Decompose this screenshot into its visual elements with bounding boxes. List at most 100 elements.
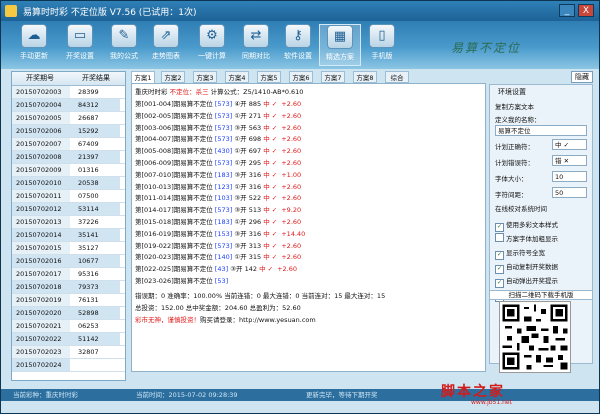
period-cell: 20150702003 bbox=[12, 86, 70, 98]
toolbar-draw-settings[interactable]: ▭ 开奖设置 bbox=[59, 24, 101, 66]
char-spacing-label: 字符间距： bbox=[495, 191, 528, 199]
plan-line-mark: 中 ✓ bbox=[263, 170, 278, 179]
setting-checkbox[interactable]: ✓ 自动复制开奖数据 bbox=[495, 261, 558, 274]
toolbar-software-settings[interactable]: ⚷ 软件设置 bbox=[277, 24, 319, 66]
plan-text-area[interactable]: 重庆时时彩 不定位：杀三 计算公式：Z5/1410-AB*0.610 第[001… bbox=[131, 83, 486, 372]
tab-plan-2[interactable]: 方案2 bbox=[161, 71, 185, 83]
toolbar-manual-update[interactable]: ☁ 手动更新 bbox=[13, 24, 55, 66]
list-row[interactable]: 20150702009 01316 bbox=[12, 164, 125, 177]
column-header-period: 开奖期号 bbox=[26, 74, 54, 82]
qr-code-image bbox=[499, 301, 571, 373]
list-row[interactable]: 20150702004 84312 bbox=[12, 99, 125, 112]
plan-line-rest: ③开 313 bbox=[232, 241, 264, 250]
list-row[interactable]: 20150702007 67409 bbox=[12, 138, 125, 151]
toolbar-period-compare[interactable]: ⇄ 同期对比 bbox=[235, 24, 277, 66]
tab-plan-6[interactable]: 方案6 bbox=[289, 71, 313, 83]
list-row[interactable]: 20150702008 21397 bbox=[12, 151, 125, 164]
setting-checkbox[interactable]: ✓ 显示符号全宽 bbox=[495, 247, 545, 260]
toolbar-featured-plans[interactable]: ▦ 精选方案 bbox=[319, 24, 361, 66]
list-row[interactable]: 20150702017 95316 bbox=[12, 268, 125, 281]
footer-line: 彩市无神，谨慎投资！购买请登录：http://www.yesuan.com bbox=[135, 316, 316, 324]
setting-checkbox[interactable]: ✓ 使用多彩文本样式 bbox=[495, 219, 558, 232]
period-cell: 20150702013 bbox=[12, 216, 70, 228]
chart-icon: ⇗ bbox=[153, 24, 179, 48]
compare-icon: ⇄ bbox=[243, 24, 269, 48]
toolbar-mobile-version[interactable]: ▯ 手机版 bbox=[361, 24, 403, 66]
copy-plan-text-link[interactable]: 复制方案文本 bbox=[495, 101, 534, 111]
list-row[interactable]: 20150702016 10677 bbox=[12, 255, 125, 268]
toolbar-one-click-calc[interactable]: ⚙ 一键计算 bbox=[191, 24, 233, 66]
checkbox-label: 显示符号全宽 bbox=[506, 249, 545, 257]
plan-line: 第[022-025]期易算不定位 [43] ③开 142 中 ✓ +2.60 bbox=[135, 263, 297, 273]
plan-line-hot: [123] bbox=[214, 182, 233, 191]
list-row[interactable]: 20150702005 26687 bbox=[12, 112, 125, 125]
period-cell: 20150702007 bbox=[12, 138, 70, 150]
tab-plan-8[interactable]: 方案8 bbox=[353, 71, 377, 83]
plan-line-plan: 第[003-006]期易算不定位 bbox=[135, 123, 215, 132]
list-row[interactable]: 20150702022 51142 bbox=[12, 333, 125, 346]
tab-summary[interactable]: 综合 bbox=[385, 71, 409, 83]
list-row[interactable]: 20150702020 52898 bbox=[12, 307, 125, 320]
minimize-button[interactable]: _ bbox=[559, 4, 575, 17]
list-row[interactable]: 20150702024 bbox=[12, 359, 125, 372]
plan-line-amt: +14.40 bbox=[281, 229, 306, 238]
char-spacing-input[interactable]: 50 bbox=[552, 187, 587, 198]
list-row[interactable]: 20150702018 79373 bbox=[12, 281, 125, 294]
toolbar-trend-chart[interactable]: ⇗ 走势图表 bbox=[145, 24, 187, 66]
plan-line-amt: +2.60 bbox=[281, 123, 302, 132]
hide-button[interactable]: 隐藏 bbox=[571, 71, 593, 83]
list-row[interactable]: 20150702010 20538 bbox=[12, 177, 125, 190]
plan-line-amt: +2.60 bbox=[281, 111, 302, 120]
tab-plan-3[interactable]: 方案3 bbox=[193, 71, 217, 83]
miss-symbol-select[interactable]: 错 ✕ bbox=[552, 155, 587, 166]
plan-line: 第[001-004]期易算不定位 [573] ④开 885 中 ✓ +2.60 bbox=[135, 98, 301, 108]
status-update: 更新完毕，等待下期开奖 bbox=[306, 391, 378, 399]
plan-line-rest: ③开 316 bbox=[232, 170, 264, 179]
plan-line: 第[014-017]期易算不定位 [573] ③开 513 中 ✓ +9.20 bbox=[135, 204, 301, 214]
plan-line-hot: [573] bbox=[214, 206, 233, 215]
watermark-url: www.jb51.net bbox=[471, 399, 512, 406]
plan-line: 第[010-013]期易算不定位 [123] ①开 316 中 ✓ +2.60 bbox=[135, 181, 301, 191]
tab-plan-1[interactable]: 方案1 bbox=[131, 71, 155, 83]
checkbox-label: 自动复制开奖数据 bbox=[506, 263, 558, 271]
plan-header: 重庆时时彩 不定位：杀三 计算公式：Z5/1410-AB*0.610 bbox=[135, 88, 304, 96]
plan-line: 第[019-022]期易算不定位 [573] ③开 313 中 ✓ +2.60 bbox=[135, 240, 301, 250]
period-cell: 20150702017 bbox=[12, 268, 70, 280]
period-cell: 20150702019 bbox=[12, 294, 70, 306]
list-row[interactable]: 20150702023 32807 bbox=[12, 346, 125, 359]
list-row[interactable]: 20150702013 37226 bbox=[12, 216, 125, 229]
close-button[interactable]: X bbox=[578, 4, 594, 17]
period-cell: 20150702010 bbox=[12, 177, 70, 189]
tab-plan-7[interactable]: 方案7 bbox=[321, 71, 345, 83]
plan-line-rest: ①开 316 bbox=[232, 182, 264, 191]
font-size-input[interactable]: 10 bbox=[552, 171, 587, 182]
stats-line-2: 总投资：152.00 总中奖金额：204.60 总盈利为：52.60 bbox=[135, 304, 301, 312]
period-cell: 20150702021 bbox=[12, 320, 70, 332]
plan-line-amt: +2.60 bbox=[281, 241, 302, 250]
plan-line-hot: [573] bbox=[214, 111, 233, 120]
stats-line-1: 错误期：0 准确率：100.00% 当前连错：0 最大连错：0 当前连对：15 … bbox=[135, 292, 386, 300]
toolbar-my-formula[interactable]: ✎ 我的公式 bbox=[103, 24, 145, 66]
list-row[interactable]: 20150702014 35141 bbox=[12, 229, 125, 242]
list-row[interactable]: 20150702019 76131 bbox=[12, 294, 125, 307]
plan-line: 第[020-023]期易算不定位 [140] ①开 315 中 ✓ +2.60 bbox=[135, 251, 301, 261]
plan-line-hot: [183] bbox=[214, 218, 233, 226]
tab-plan-5[interactable]: 方案5 bbox=[257, 71, 281, 83]
setting-checkbox[interactable]: ✓ 自动弹出开奖提示 bbox=[495, 275, 558, 288]
list-row[interactable]: 20150702006 15292 bbox=[12, 125, 125, 138]
title-bar: 易算时时彩 不定位版 V7.56 (已试用：1次) _ X bbox=[1, 1, 599, 21]
name-input[interactable]: 易算不定位 bbox=[495, 125, 587, 136]
list-row[interactable]: 20150702015 35127 bbox=[12, 242, 125, 255]
setting-checkbox[interactable]: 方案字体加粗显示 bbox=[495, 233, 558, 243]
plan-line-mark: 中 ✓ bbox=[263, 159, 278, 167]
sync-time-link[interactable]: 在线校对系统时间 bbox=[495, 203, 547, 213]
result-cell: 20538 bbox=[70, 177, 120, 189]
list-row[interactable]: 20150702003 28399 bbox=[12, 86, 125, 99]
plan-line-rest: ①开 315 bbox=[232, 253, 264, 262]
plan-line-plan: 第[006-009]期易算不定位 bbox=[135, 159, 215, 167]
list-row[interactable]: 20150702011 07500 bbox=[12, 190, 125, 203]
list-row[interactable]: 20150702012 53114 bbox=[12, 203, 125, 216]
hit-symbol-select[interactable]: 中 ✓ bbox=[552, 139, 587, 150]
tab-plan-4[interactable]: 方案4 bbox=[225, 71, 249, 83]
list-row[interactable]: 20150702021 06253 bbox=[12, 320, 125, 333]
